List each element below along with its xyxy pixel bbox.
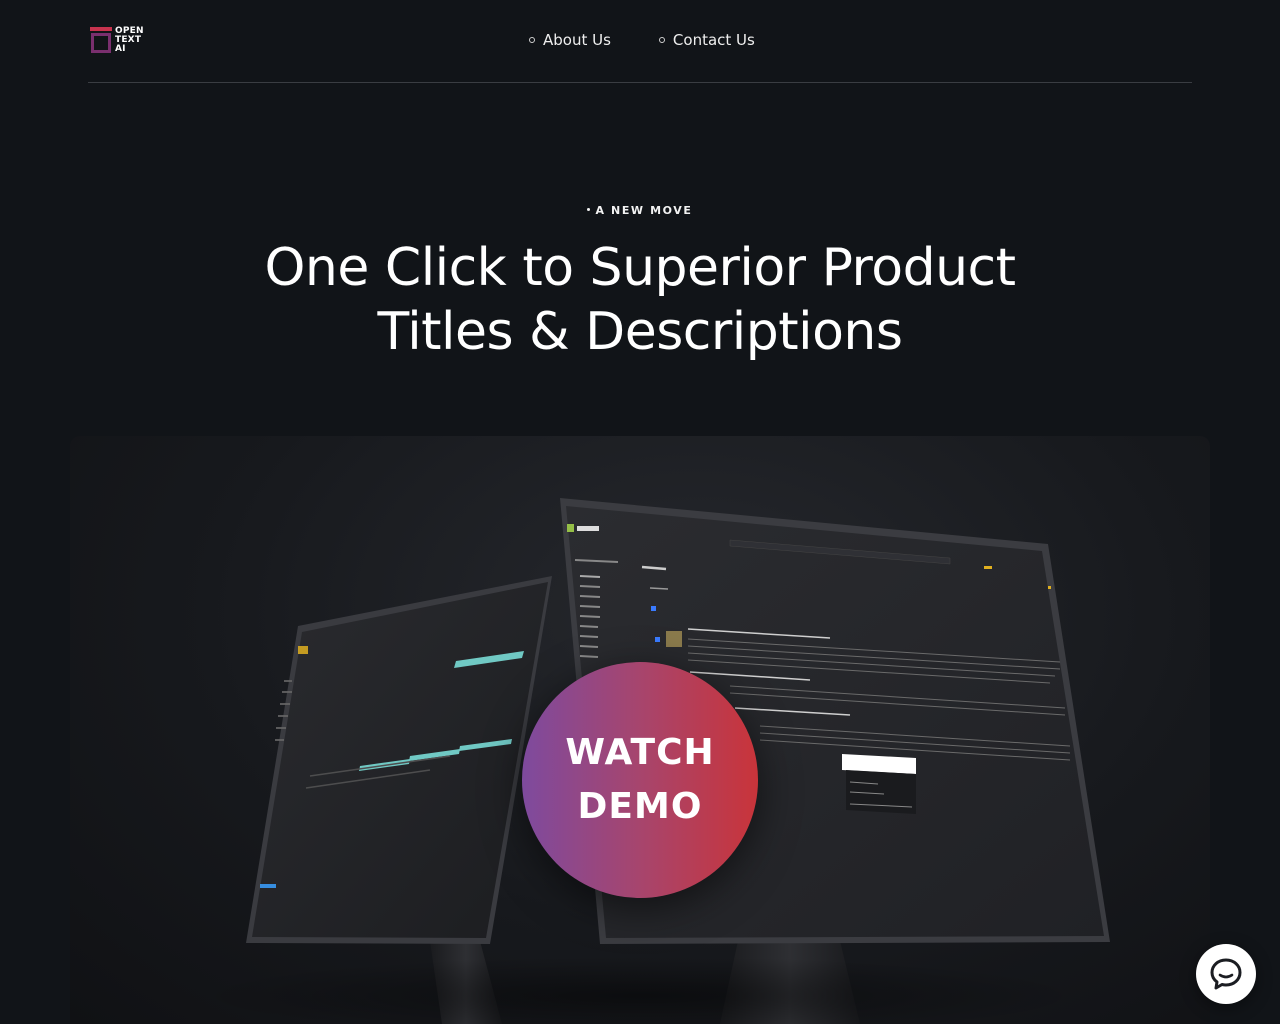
bullet-icon [529, 37, 535, 43]
watch-demo-button[interactable]: WATCH DEMO [522, 662, 758, 898]
hero-title: One Click to Superior Product Titles & D… [200, 236, 1080, 364]
nav-link-about[interactable]: About Us [529, 31, 611, 49]
logo-text-line: AI [115, 44, 126, 54]
site-header: OPEN TEXT AI About Us Contact Us [88, 0, 1192, 83]
main-nav: About Us Contact Us [529, 31, 755, 49]
watch-demo-label: DEMO [577, 786, 703, 827]
hero-title-line: One Click to Superior Product [264, 238, 1016, 298]
bullet-icon [658, 37, 665, 43]
nav-link-label: Contact Us [672, 31, 755, 49]
hero-eyebrow-text: A NEW MOVE [595, 204, 693, 217]
left-monitor-screen [252, 582, 548, 938]
hero-title-line: Titles & Descriptions [377, 302, 903, 362]
watch-demo-label: WATCH [565, 732, 715, 773]
dot-icon [587, 208, 591, 211]
nav-link-label: About Us [543, 31, 611, 49]
logo[interactable]: OPEN TEXT AI [90, 27, 144, 55]
chat-bubble-icon [1210, 958, 1242, 990]
chat-launcher-button[interactable] [1196, 944, 1256, 1004]
logo-text: OPEN TEXT AI [115, 27, 144, 54]
logo-mark-icon [90, 27, 112, 55]
hero-eyebrow: A NEW MOVE [0, 204, 1280, 217]
nav-link-contact[interactable]: Contact Us [658, 31, 755, 49]
